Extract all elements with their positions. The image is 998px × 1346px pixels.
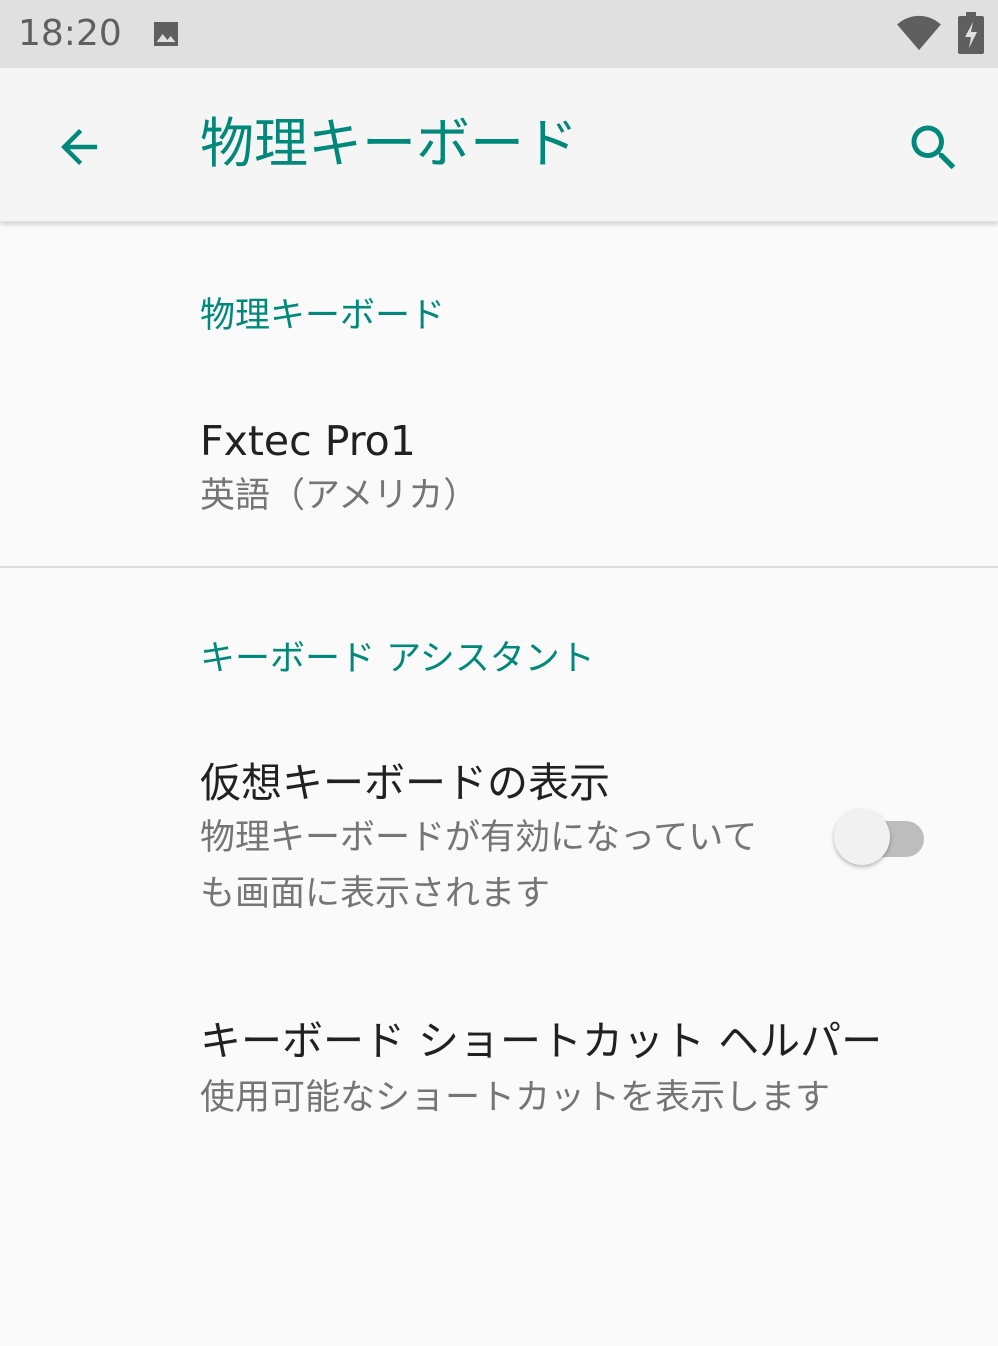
- search-icon: [911, 125, 956, 170]
- section-divider: [0, 566, 998, 568]
- show-virtual-keyboard-title: 仮想キーボードの表示: [200, 759, 610, 807]
- search-button[interactable]: [896, 112, 968, 184]
- back-button[interactable]: [44, 112, 114, 182]
- keyboard-shortcut-helper-item[interactable]: キーボード ショートカット ヘルパー 使用可能なショートカットを表示します: [0, 990, 998, 1140]
- toolbar: 物理キーボード: [0, 68, 998, 222]
- keyboard-device-title: Fxtec Pro1: [200, 417, 416, 465]
- image-icon: [154, 22, 178, 46]
- keyboard-shortcut-helper-summary: 使用可能なショートカットを表示します: [200, 1078, 831, 1118]
- page-title: 物理キーボード: [200, 112, 578, 175]
- category-header-physical-keyboard: 物理キーボード: [200, 296, 446, 336]
- show-virtual-keyboard-switch[interactable]: [834, 806, 926, 868]
- wifi-icon: [897, 15, 941, 51]
- status-bar: 18:20: [0, 0, 998, 68]
- switch-thumb: [834, 809, 890, 865]
- keyboard-device-summary: 英語（アメリカ）: [200, 476, 479, 516]
- status-time: 18:20: [18, 13, 122, 54]
- category-header-keyboard-assistant: キーボード アシスタント: [200, 639, 595, 679]
- keyboard-shortcut-helper-title: キーボード ショートカット ヘルパー: [200, 1017, 883, 1065]
- battery-charging-icon: [958, 12, 984, 54]
- show-virtual-keyboard-summary: 物理キーボードが有効になっていても画面に表示されます: [200, 818, 758, 914]
- arrow-back-icon: [61, 129, 97, 165]
- keyboard-device-item[interactable]: Fxtec Pro1 英語（アメリカ）: [0, 390, 998, 566]
